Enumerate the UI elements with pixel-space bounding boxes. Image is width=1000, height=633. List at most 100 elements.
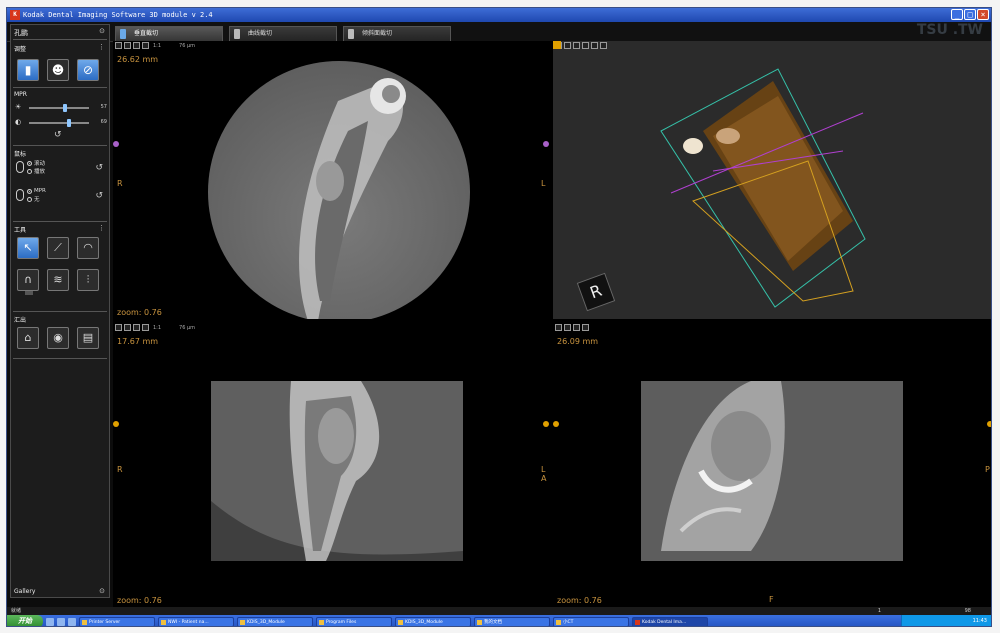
viewport-bottom-right[interactable]: 26.09 mm P F zoom: 0.76 xyxy=(553,323,991,607)
ct-slice-drawing xyxy=(299,78,406,319)
brightness-slider[interactable]: ☀ 57 xyxy=(15,103,107,113)
dropdown-arrow-icon[interactable] xyxy=(25,291,33,295)
tab-curved-slice[interactable]: 曲线截切 xyxy=(229,26,337,42)
panel-menu-icon[interactable]: ⋮ xyxy=(98,43,105,51)
rotate-icon[interactable] xyxy=(133,42,140,49)
maximize-view-icon[interactable] xyxy=(142,324,149,331)
slice-marker[interactable] xyxy=(113,421,119,427)
mouse-right-icon xyxy=(16,189,24,201)
nerve-icon[interactable]: ≋ xyxy=(47,269,69,291)
minimize-button[interactable]: _ xyxy=(951,9,963,20)
contrast-value: 69 xyxy=(100,119,107,125)
quicklaunch-ie-icon[interactable] xyxy=(46,617,54,626)
radio-label: 播放 xyxy=(34,169,46,175)
orient-right: P xyxy=(985,465,990,474)
ruler-icon[interactable]: ⟋ xyxy=(47,237,69,259)
quicklaunch-media-icon[interactable] xyxy=(68,617,76,626)
slice-marker[interactable] xyxy=(553,421,559,427)
zoom-label: zoom: 0.76 xyxy=(557,596,602,605)
slice-marker[interactable] xyxy=(113,141,119,147)
tab-vertical-slice[interactable]: 垂直截切 xyxy=(115,26,223,42)
ct-slice-image[interactable] xyxy=(641,381,903,561)
maximize-view-icon[interactable] xyxy=(142,42,149,49)
taskbar-item[interactable]: 我的文档 xyxy=(474,616,550,626)
taskbar-item[interactable]: KDIS_3D_Module xyxy=(395,616,471,626)
folder-icon xyxy=(477,619,482,625)
reset-mpr-icon[interactable]: ↺ xyxy=(54,130,62,140)
zoom-label: zoom: 0.76 xyxy=(117,308,162,317)
window-title: Kodak Dental Imaging Software 3D module … xyxy=(23,11,213,19)
radio-mpr[interactable]: MPR xyxy=(27,187,46,195)
radio-play[interactable]: 播放 xyxy=(27,167,45,175)
slider-track xyxy=(29,107,89,109)
tab-icon xyxy=(120,29,126,39)
taskbar-item[interactable]: NWI - Patient na... xyxy=(158,616,234,626)
taskbar-item-active[interactable]: Kodak Dental Ima... xyxy=(632,616,708,626)
orient-right: L A xyxy=(541,465,547,483)
volume-render xyxy=(660,68,866,308)
app-icon xyxy=(161,619,166,625)
start-button[interactable]: 开始 xyxy=(7,615,43,626)
left-button-options: 滚动 播放 xyxy=(27,159,45,175)
reset-left-icon[interactable]: ↺ xyxy=(95,163,103,173)
orient-right: L xyxy=(541,179,546,188)
pointer-icon[interactable]: ↖ xyxy=(17,237,39,259)
rotate-icon[interactable] xyxy=(573,324,580,331)
taskbar-label: NWI - Patient na... xyxy=(168,619,209,625)
windows-taskbar: 开始 Printer Server NWI - Patient na... KD… xyxy=(7,615,991,626)
export-icon[interactable]: ⌂ xyxy=(17,327,39,349)
zoom-ratio: 1:1 xyxy=(153,324,162,331)
fit-icon[interactable] xyxy=(124,42,131,49)
taskbar-item[interactable]: 小CT xyxy=(553,616,629,626)
viewport-top-left[interactable]: 1:1 76 µm 26.62 mm R L zoom: 0.76 xyxy=(113,41,549,319)
radio-none[interactable]: 无 xyxy=(27,195,46,203)
close-button[interactable]: × xyxy=(977,9,989,20)
panel-menu-icon[interactable]: ⋮ xyxy=(98,224,105,232)
arch-icon[interactable]: ∩ xyxy=(17,269,39,295)
implant-tool-icon[interactable]: ⫶ xyxy=(77,269,99,291)
slice-marker[interactable] xyxy=(543,141,549,147)
taskbar-item[interactable]: Printer Server xyxy=(79,616,155,626)
contrast-slider[interactable]: ◐ 69 xyxy=(15,118,107,128)
gallery-label[interactable]: Gallery xyxy=(14,588,35,595)
fit-icon[interactable] xyxy=(124,324,131,331)
viewport-3d[interactable]: R xyxy=(553,41,991,319)
tooth-view-icon[interactable]: ▮ xyxy=(17,59,39,81)
radio-dot xyxy=(27,188,32,194)
panel-settings-icon[interactable]: ⊙ xyxy=(99,27,105,35)
maximize-view-icon[interactable] xyxy=(582,324,589,331)
slice-marker[interactable] xyxy=(543,421,549,427)
reset-right-icon[interactable]: ↺ xyxy=(95,191,103,201)
viewport-bottom-left[interactable]: 1:1 76 µm 17.67 mm R L A H zoom: 0.76 xyxy=(113,323,549,607)
taskbar-item[interactable]: Program Files xyxy=(316,616,392,626)
folder-icon[interactable]: ▤ xyxy=(77,327,99,349)
maximize-button[interactable]: □ xyxy=(964,9,976,20)
slider-knob[interactable] xyxy=(67,119,71,127)
ct-slice-image[interactable] xyxy=(211,381,463,561)
mpr-title: MPR xyxy=(14,91,27,98)
camera-icon[interactable]: ◉ xyxy=(47,327,69,349)
divider xyxy=(13,145,107,146)
skull-icon[interactable]: ☻ xyxy=(47,59,69,81)
quicklaunch-desktop-icon[interactable] xyxy=(57,617,65,626)
implant-icon[interactable]: ⊘ xyxy=(77,59,99,81)
ct-slice-image[interactable] xyxy=(208,61,470,319)
taskbar-label: KDIS_3D_Module xyxy=(405,619,443,625)
rotate-icon[interactable] xyxy=(133,324,140,331)
layout-icon[interactable] xyxy=(555,324,562,331)
layout-icon[interactable] xyxy=(115,42,122,49)
slice-marker[interactable] xyxy=(987,421,991,427)
radio-scroll[interactable]: 滚动 xyxy=(27,159,45,167)
viewport-area: 1:1 76 µm 26.62 mm R L zoom: 0.76 R 1:1 … xyxy=(113,41,991,607)
title-bar: K Kodak Dental Imaging Software 3D modul… xyxy=(7,8,991,22)
taskbar-label: Printer Server xyxy=(89,619,121,625)
tab-oblique-slice[interactable]: 倾斜面截切 xyxy=(343,26,451,42)
fit-icon[interactable] xyxy=(564,324,571,331)
ct-slice-drawing xyxy=(211,381,463,561)
taskbar-item[interactable]: KDIS_3D_Module xyxy=(237,616,313,626)
orient-left: R xyxy=(117,465,123,474)
layout-icon[interactable] xyxy=(115,324,122,331)
protractor-icon[interactable]: ◠ xyxy=(77,237,99,259)
slider-knob[interactable] xyxy=(63,104,67,112)
gallery-toggle-icon[interactable]: ⊙ xyxy=(99,587,105,595)
